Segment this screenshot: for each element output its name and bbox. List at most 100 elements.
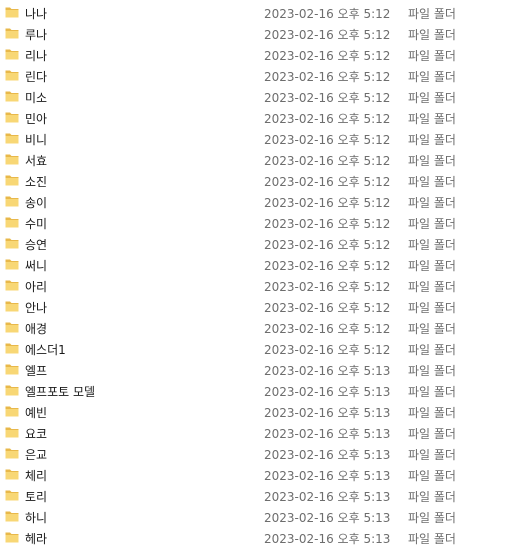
modified-date: 2023-02-16 오후 5:12 (264, 112, 391, 126)
modified-date: 2023-02-16 오후 5:12 (264, 301, 391, 315)
file-type: 파일 폴더 (408, 427, 456, 441)
list-item[interactable]: 린다 2023-02-16 오후 5:12 파일 폴더 (0, 65, 517, 86)
folder-icon (5, 196, 19, 207)
folder-icon (5, 364, 19, 375)
list-item[interactable]: 하니 2023-02-16 오후 5:13 파일 폴더 (0, 506, 517, 527)
file-type: 파일 폴더 (408, 406, 456, 420)
file-type: 파일 폴더 (408, 238, 456, 252)
file-type: 파일 폴더 (408, 154, 456, 168)
modified-date: 2023-02-16 오후 5:12 (264, 217, 391, 231)
file-name: 민아 (25, 112, 48, 126)
folder-icon (5, 49, 19, 60)
modified-date: 2023-02-16 오후 5:12 (264, 322, 391, 336)
file-type: 파일 폴더 (408, 28, 456, 42)
list-item[interactable]: 안나 2023-02-16 오후 5:12 파일 폴더 (0, 296, 517, 317)
folder-icon (5, 7, 19, 18)
file-name: 체리 (25, 469, 48, 483)
list-item[interactable]: 서효 2023-02-16 오후 5:12 파일 폴더 (0, 149, 517, 170)
file-type: 파일 폴더 (408, 217, 456, 231)
list-item[interactable]: 헤라 2023-02-16 오후 5:13 파일 폴더 (0, 527, 517, 548)
file-type: 파일 폴더 (408, 280, 456, 294)
folder-icon (5, 217, 19, 228)
list-item[interactable]: 토리 2023-02-16 오후 5:13 파일 폴더 (0, 485, 517, 506)
file-name: 예빈 (25, 406, 48, 420)
modified-date: 2023-02-16 오후 5:12 (264, 70, 391, 84)
file-name: 아리 (25, 280, 48, 294)
file-name: 비니 (25, 133, 48, 147)
modified-date: 2023-02-16 오후 5:13 (264, 448, 391, 462)
file-name: 요코 (25, 427, 48, 441)
list-item[interactable]: 예빈 2023-02-16 오후 5:13 파일 폴더 (0, 401, 517, 422)
list-item[interactable]: 소진 2023-02-16 오후 5:12 파일 폴더 (0, 170, 517, 191)
modified-date: 2023-02-16 오후 5:13 (264, 511, 391, 525)
list-item[interactable]: 써니 2023-02-16 오후 5:12 파일 폴더 (0, 254, 517, 275)
file-name: 엘프포토 모델 (25, 385, 96, 399)
folder-icon (5, 28, 19, 39)
list-item[interactable]: 체리 2023-02-16 오후 5:13 파일 폴더 (0, 464, 517, 485)
list-item[interactable]: 나나 2023-02-16 오후 5:12 파일 폴더 (0, 2, 517, 23)
folder-icon (5, 469, 19, 480)
file-list: 나나 2023-02-16 오후 5:12 파일 폴더 루나 2023-02-1… (0, 2, 517, 548)
list-item[interactable]: 아리 2023-02-16 오후 5:12 파일 폴더 (0, 275, 517, 296)
file-type: 파일 폴더 (408, 91, 456, 105)
file-type: 파일 폴더 (408, 469, 456, 483)
modified-date: 2023-02-16 오후 5:12 (264, 91, 391, 105)
modified-date: 2023-02-16 오후 5:13 (264, 385, 391, 399)
file-name: 소진 (25, 175, 48, 189)
folder-icon (5, 154, 19, 165)
file-name: 은교 (25, 448, 48, 462)
file-type: 파일 폴더 (408, 322, 456, 336)
list-item[interactable]: 요코 2023-02-16 오후 5:13 파일 폴더 (0, 422, 517, 443)
list-item[interactable]: 애경 2023-02-16 오후 5:12 파일 폴더 (0, 317, 517, 338)
list-item[interactable]: 송이 2023-02-16 오후 5:12 파일 폴더 (0, 191, 517, 212)
folder-icon (5, 406, 19, 417)
folder-icon (5, 448, 19, 459)
list-item[interactable]: 은교 2023-02-16 오후 5:13 파일 폴더 (0, 443, 517, 464)
folder-icon (5, 238, 19, 249)
folder-icon (5, 133, 19, 144)
folder-icon (5, 91, 19, 102)
file-type: 파일 폴더 (408, 301, 456, 315)
modified-date: 2023-02-16 오후 5:12 (264, 7, 391, 21)
list-item[interactable]: 승연 2023-02-16 오후 5:12 파일 폴더 (0, 233, 517, 254)
file-type: 파일 폴더 (408, 70, 456, 84)
modified-date: 2023-02-16 오후 5:12 (264, 133, 391, 147)
modified-date: 2023-02-16 오후 5:13 (264, 406, 391, 420)
file-type: 파일 폴더 (408, 532, 456, 546)
file-type: 파일 폴더 (408, 259, 456, 273)
folder-icon (5, 112, 19, 123)
list-item[interactable]: 민아 2023-02-16 오후 5:12 파일 폴더 (0, 107, 517, 128)
file-name: 토리 (25, 490, 48, 504)
folder-icon (5, 259, 19, 270)
modified-date: 2023-02-16 오후 5:12 (264, 28, 391, 42)
list-item[interactable]: 엘프포토 모델 2023-02-16 오후 5:13 파일 폴더 (0, 380, 517, 401)
folder-icon (5, 532, 19, 543)
modified-date: 2023-02-16 오후 5:13 (264, 469, 391, 483)
list-item[interactable]: 비니 2023-02-16 오후 5:12 파일 폴더 (0, 128, 517, 149)
list-item[interactable]: 에스더1 2023-02-16 오후 5:12 파일 폴더 (0, 338, 517, 359)
file-type: 파일 폴더 (408, 385, 456, 399)
list-item[interactable]: 루나 2023-02-16 오후 5:12 파일 폴더 (0, 23, 517, 44)
folder-icon (5, 175, 19, 186)
file-name: 헤라 (25, 532, 48, 546)
file-type: 파일 폴더 (408, 49, 456, 63)
folder-icon (5, 490, 19, 501)
list-item[interactable]: 리나 2023-02-16 오후 5:12 파일 폴더 (0, 44, 517, 65)
file-name: 루나 (25, 28, 48, 42)
modified-date: 2023-02-16 오후 5:12 (264, 175, 391, 189)
file-name: 수미 (25, 217, 48, 231)
list-item[interactable]: 미소 2023-02-16 오후 5:12 파일 폴더 (0, 86, 517, 107)
modified-date: 2023-02-16 오후 5:13 (264, 364, 391, 378)
file-name: 애경 (25, 322, 48, 336)
folder-icon (5, 511, 19, 522)
modified-date: 2023-02-16 오후 5:12 (264, 154, 391, 168)
file-name: 안나 (25, 301, 48, 315)
list-item[interactable]: 수미 2023-02-16 오후 5:12 파일 폴더 (0, 212, 517, 233)
file-type: 파일 폴더 (408, 175, 456, 189)
file-type: 파일 폴더 (408, 448, 456, 462)
file-type: 파일 폴더 (408, 7, 456, 21)
folder-icon (5, 343, 19, 354)
file-type: 파일 폴더 (408, 196, 456, 210)
list-item[interactable]: 엘프 2023-02-16 오후 5:13 파일 폴더 (0, 359, 517, 380)
folder-icon (5, 322, 19, 333)
